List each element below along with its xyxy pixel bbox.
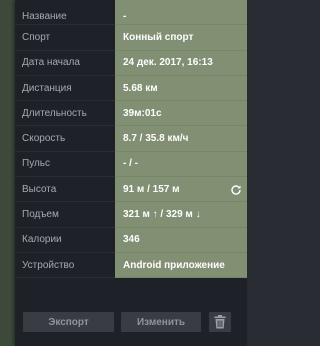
row-value: 39м:01с <box>115 101 247 127</box>
row-value: - <box>115 0 247 26</box>
row-value: Конный спорт <box>115 25 247 51</box>
row-label: Подъем <box>15 202 115 228</box>
row-speed: Скорость 8.7 / 35.8 км/ч <box>15 126 247 152</box>
row-label: Спорт <box>15 25 115 51</box>
row-label: Устройство <box>15 253 115 279</box>
row-label: Название <box>15 0 115 26</box>
row-device: Устройство Android приложение <box>15 252 247 279</box>
row-altitude: Высота 91 м / 157 м <box>15 177 247 203</box>
row-label: Дистанция <box>15 76 115 102</box>
row-label: Длительность <box>15 101 115 127</box>
export-button[interactable]: Экспорт <box>23 312 114 332</box>
row-value: Android приложение <box>115 252 247 279</box>
row-value: 8.7 / 35.8 км/ч <box>115 126 247 152</box>
row-sport: Спорт Конный спорт <box>15 25 247 51</box>
row-value: 346 <box>115 227 247 253</box>
row-value: 5.68 км <box>115 75 247 102</box>
row-distance: Дистанция 5.68 км <box>15 75 247 102</box>
row-elevation-gain: Подъем 321 м ↑ / 329 м ↓ <box>15 202 247 228</box>
row-start-date: Дата начала 24 дек. 2017, 16:13 <box>15 50 247 76</box>
row-label: Калории <box>15 228 115 253</box>
row-label: Пульс <box>15 152 115 178</box>
edit-button[interactable]: Изменить <box>121 312 201 332</box>
row-label: Высота <box>15 177 115 203</box>
row-label: Скорость <box>15 126 115 152</box>
row-value: 24 дек. 2017, 16:13 <box>115 50 247 76</box>
map-background <box>0 0 15 346</box>
trash-icon <box>214 315 226 329</box>
row-value: 321 м ↑ / 329 м ↓ <box>115 202 247 228</box>
action-bar: Экспорт Изменить <box>15 298 247 346</box>
refresh-icon[interactable] <box>230 184 242 196</box>
row-value: 91 м / 157 м <box>115 177 247 203</box>
row-value: - / - <box>115 151 247 178</box>
row-label: Дата начала <box>15 51 115 76</box>
row-calories: Калории 346 <box>15 227 247 253</box>
row-heart-rate: Пульс - / - <box>15 151 247 178</box>
row-duration: Длительность 39м:01с <box>15 101 247 127</box>
details-table: Название - Спорт Конный спорт Дата начал… <box>15 0 247 279</box>
row-name: Название - <box>15 0 247 26</box>
delete-button[interactable] <box>209 312 231 332</box>
